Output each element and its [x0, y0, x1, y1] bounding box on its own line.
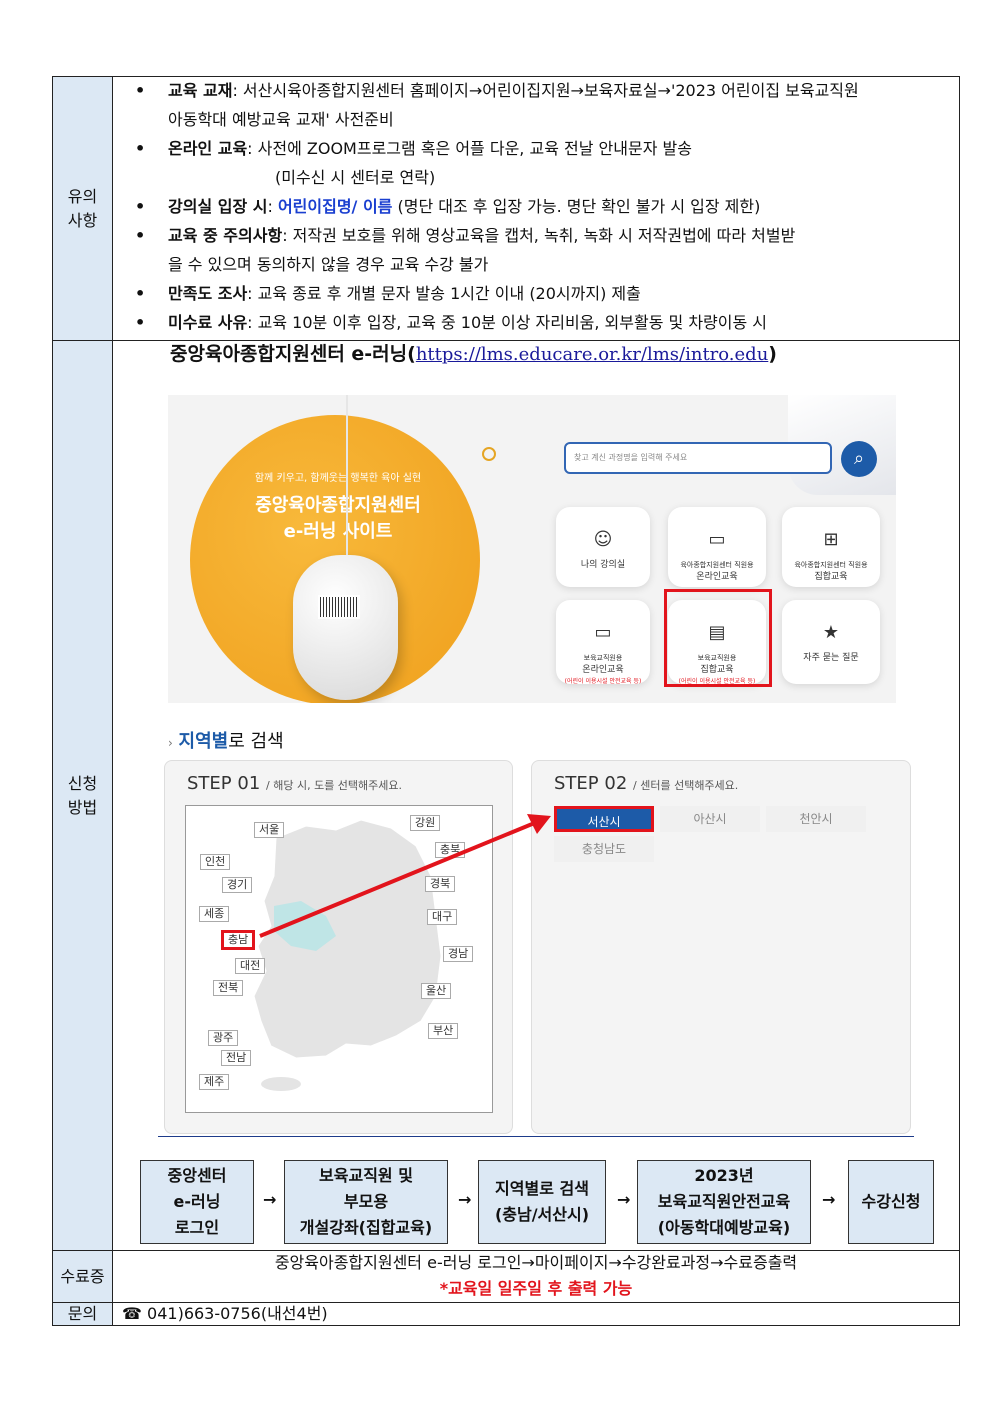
flow-login: 중앙센터 e-러닝 로그인: [140, 1160, 254, 1244]
flow-region: 지역별로 검색 (충남/서산시): [478, 1160, 606, 1244]
jeju-shape: [261, 1077, 301, 1091]
contact-info: ☎ 041)663-0756(내선4번): [122, 1303, 328, 1325]
phone-number: 041)663-0756(내선4번): [147, 1304, 328, 1323]
note-materials: 교육 교재: 서산시육아종합지원센터 홈페이지→어린이집지원→보육자료실→'20…: [168, 81, 859, 100]
step2-title: STEP 02 / 센터를 선택해주세요.: [554, 773, 739, 794]
flow-2023-course: 2023년 보육교직원안전교육 (아동학대예방교육): [637, 1160, 811, 1244]
folder-star-icon: ★: [822, 622, 840, 643]
bullet: •: [135, 313, 146, 332]
deco-ring: [482, 447, 496, 461]
note-incomplete: 미수료 사유: 교육 10분 이후 입장, 교육 중 10분 이상 자리비움, …: [168, 313, 768, 332]
region-search-title: › 지역별로 검색: [168, 731, 284, 752]
region-daejeon[interactable]: 대전: [235, 958, 266, 974]
note-online-cont: (미수신 시 센터로 연락): [275, 168, 436, 187]
region-incheon[interactable]: 인천: [200, 854, 231, 870]
city-chungnam[interactable]: 충청남도: [554, 836, 654, 862]
user-icon: ☺: [593, 529, 613, 550]
banner-title-2: e-러닝 사이트: [283, 521, 393, 542]
region-busan[interactable]: 부산: [428, 1023, 459, 1039]
mouse-cable: [346, 395, 348, 560]
search-input[interactable]: 찾고 계신 과정명을 입력해 주세요: [564, 442, 832, 474]
note-materials-cont: 아동학대 예방교육 교재' 사전준비: [168, 110, 394, 129]
region-jeju[interactable]: 제주: [199, 1074, 230, 1090]
barcode-icon: [318, 595, 360, 619]
note-caution-cont: 을 수 있으며 동의하지 않을 경우 교육 수강 불가: [168, 255, 489, 274]
tile-faq[interactable]: ★ 자주 묻는 질문: [782, 600, 880, 684]
certificate-text: 중앙육아종합지원센터 e-러닝 로그인→마이페이지→수강완료과정→수료증출력: [274, 1253, 798, 1272]
note-caution: 교육 중 주의사항: 저작권 보호를 위해 영상교육을 캡처, 녹취, 녹화 시…: [168, 226, 796, 245]
region-gyeongnam[interactable]: 경남: [443, 946, 474, 962]
bullet: •: [135, 197, 146, 216]
mouse-image: [293, 555, 398, 700]
city-asan[interactable]: 아산시: [660, 806, 760, 832]
flow-arrow: →: [617, 1190, 631, 1209]
notes-label: 유의 사항: [53, 77, 112, 340]
note-survey: 만족도 조사: 교육 종료 후 개별 문자 발송 1시간 이내 (20시까지) …: [168, 284, 641, 303]
flow-course: 보육교직원 및 부모용 개설강좌(집합교육): [284, 1160, 448, 1244]
search-button[interactable]: ⌕: [841, 441, 877, 477]
highlight-box: [664, 589, 772, 687]
banner: 함께 키우고, 함께웃는 행복한 육아 실현 중앙육아종합지원센터 e-러닝 사…: [168, 395, 896, 703]
phone-icon: ☎: [122, 1304, 142, 1323]
bullet: •: [135, 284, 146, 303]
laptop-icon: ▭: [594, 622, 612, 643]
region-chungnam[interactable]: 충남: [221, 930, 256, 950]
region-ulsan[interactable]: 울산: [421, 983, 452, 999]
bullet: •: [135, 81, 146, 100]
city-cheonan[interactable]: 천안시: [766, 806, 866, 832]
flow-arrow: →: [458, 1190, 472, 1209]
region-gwangju[interactable]: 광주: [208, 1030, 239, 1046]
apply-label: 신청 방법: [53, 341, 112, 1250]
city-seosan[interactable]: 서산시: [554, 806, 654, 832]
bullet: •: [135, 139, 146, 158]
red-arrow: [259, 814, 551, 938]
certificate-note: *교육일 일주일 후 출력 가능: [439, 1279, 633, 1298]
elearning-link[interactable]: https://lms.educare.or.kr/lms/intro.edu: [416, 344, 768, 365]
search-icon: ⌕: [853, 448, 865, 469]
blue-separator: [158, 1136, 914, 1137]
certificate-label: 수료증: [53, 1251, 112, 1302]
tile-center-online[interactable]: ▭ 육아종합지원센터 직원용 온라인교육: [668, 507, 766, 587]
contact-label: 문의: [53, 1303, 112, 1325]
monitor-icon: ▭: [708, 529, 726, 550]
region-jeonbuk[interactable]: 전북: [213, 980, 244, 996]
tile-center-group[interactable]: ⊞ 육아종합지원센터 직원용 집합교육: [782, 507, 880, 587]
bullet: •: [135, 226, 146, 245]
banner-title-1: 중앙육아종합지원센터: [255, 495, 421, 516]
apply-heading: 중앙육아종합지원센터 e-러닝(https://lms.educare.or.k…: [170, 343, 777, 365]
region-sejong[interactable]: 세종: [199, 906, 230, 922]
org-chart-icon: ⊞: [823, 529, 839, 550]
slogan: 함께 키우고, 함께웃는 행복한 육아 실현: [254, 473, 422, 484]
notes-list: • 교육 교재: 서산시육아종합지원센터 홈페이지→어린이집지원→보육자료실→'…: [113, 76, 959, 340]
note-online: 온라인 교육: 사전에 ZOOM프로그램 혹은 어플 다운, 교육 전날 안내문…: [168, 139, 692, 158]
flow-arrow: →: [822, 1190, 836, 1209]
tile-my-classroom[interactable]: ☺ 나의 강의실: [556, 507, 650, 587]
note-entry: 강의실 입장 시: 어린이집명/ 이름 (명단 대조 후 입장 가능. 명단 확…: [168, 197, 761, 216]
step1-title: STEP 01 / 해당 시, 도를 선택해주세요.: [187, 773, 403, 794]
flow-arrow: →: [263, 1190, 277, 1209]
tile-staff-online[interactable]: ▭ 보육교직원용 온라인교육 (어린이 이용시설 안전교육 등): [556, 600, 650, 685]
region-gyeonggi[interactable]: 경기: [222, 877, 253, 893]
column-divider-bottom: [112, 1302, 113, 1326]
region-jeonnam[interactable]: 전남: [221, 1050, 252, 1066]
flow-register: 수강신청: [848, 1160, 934, 1244]
